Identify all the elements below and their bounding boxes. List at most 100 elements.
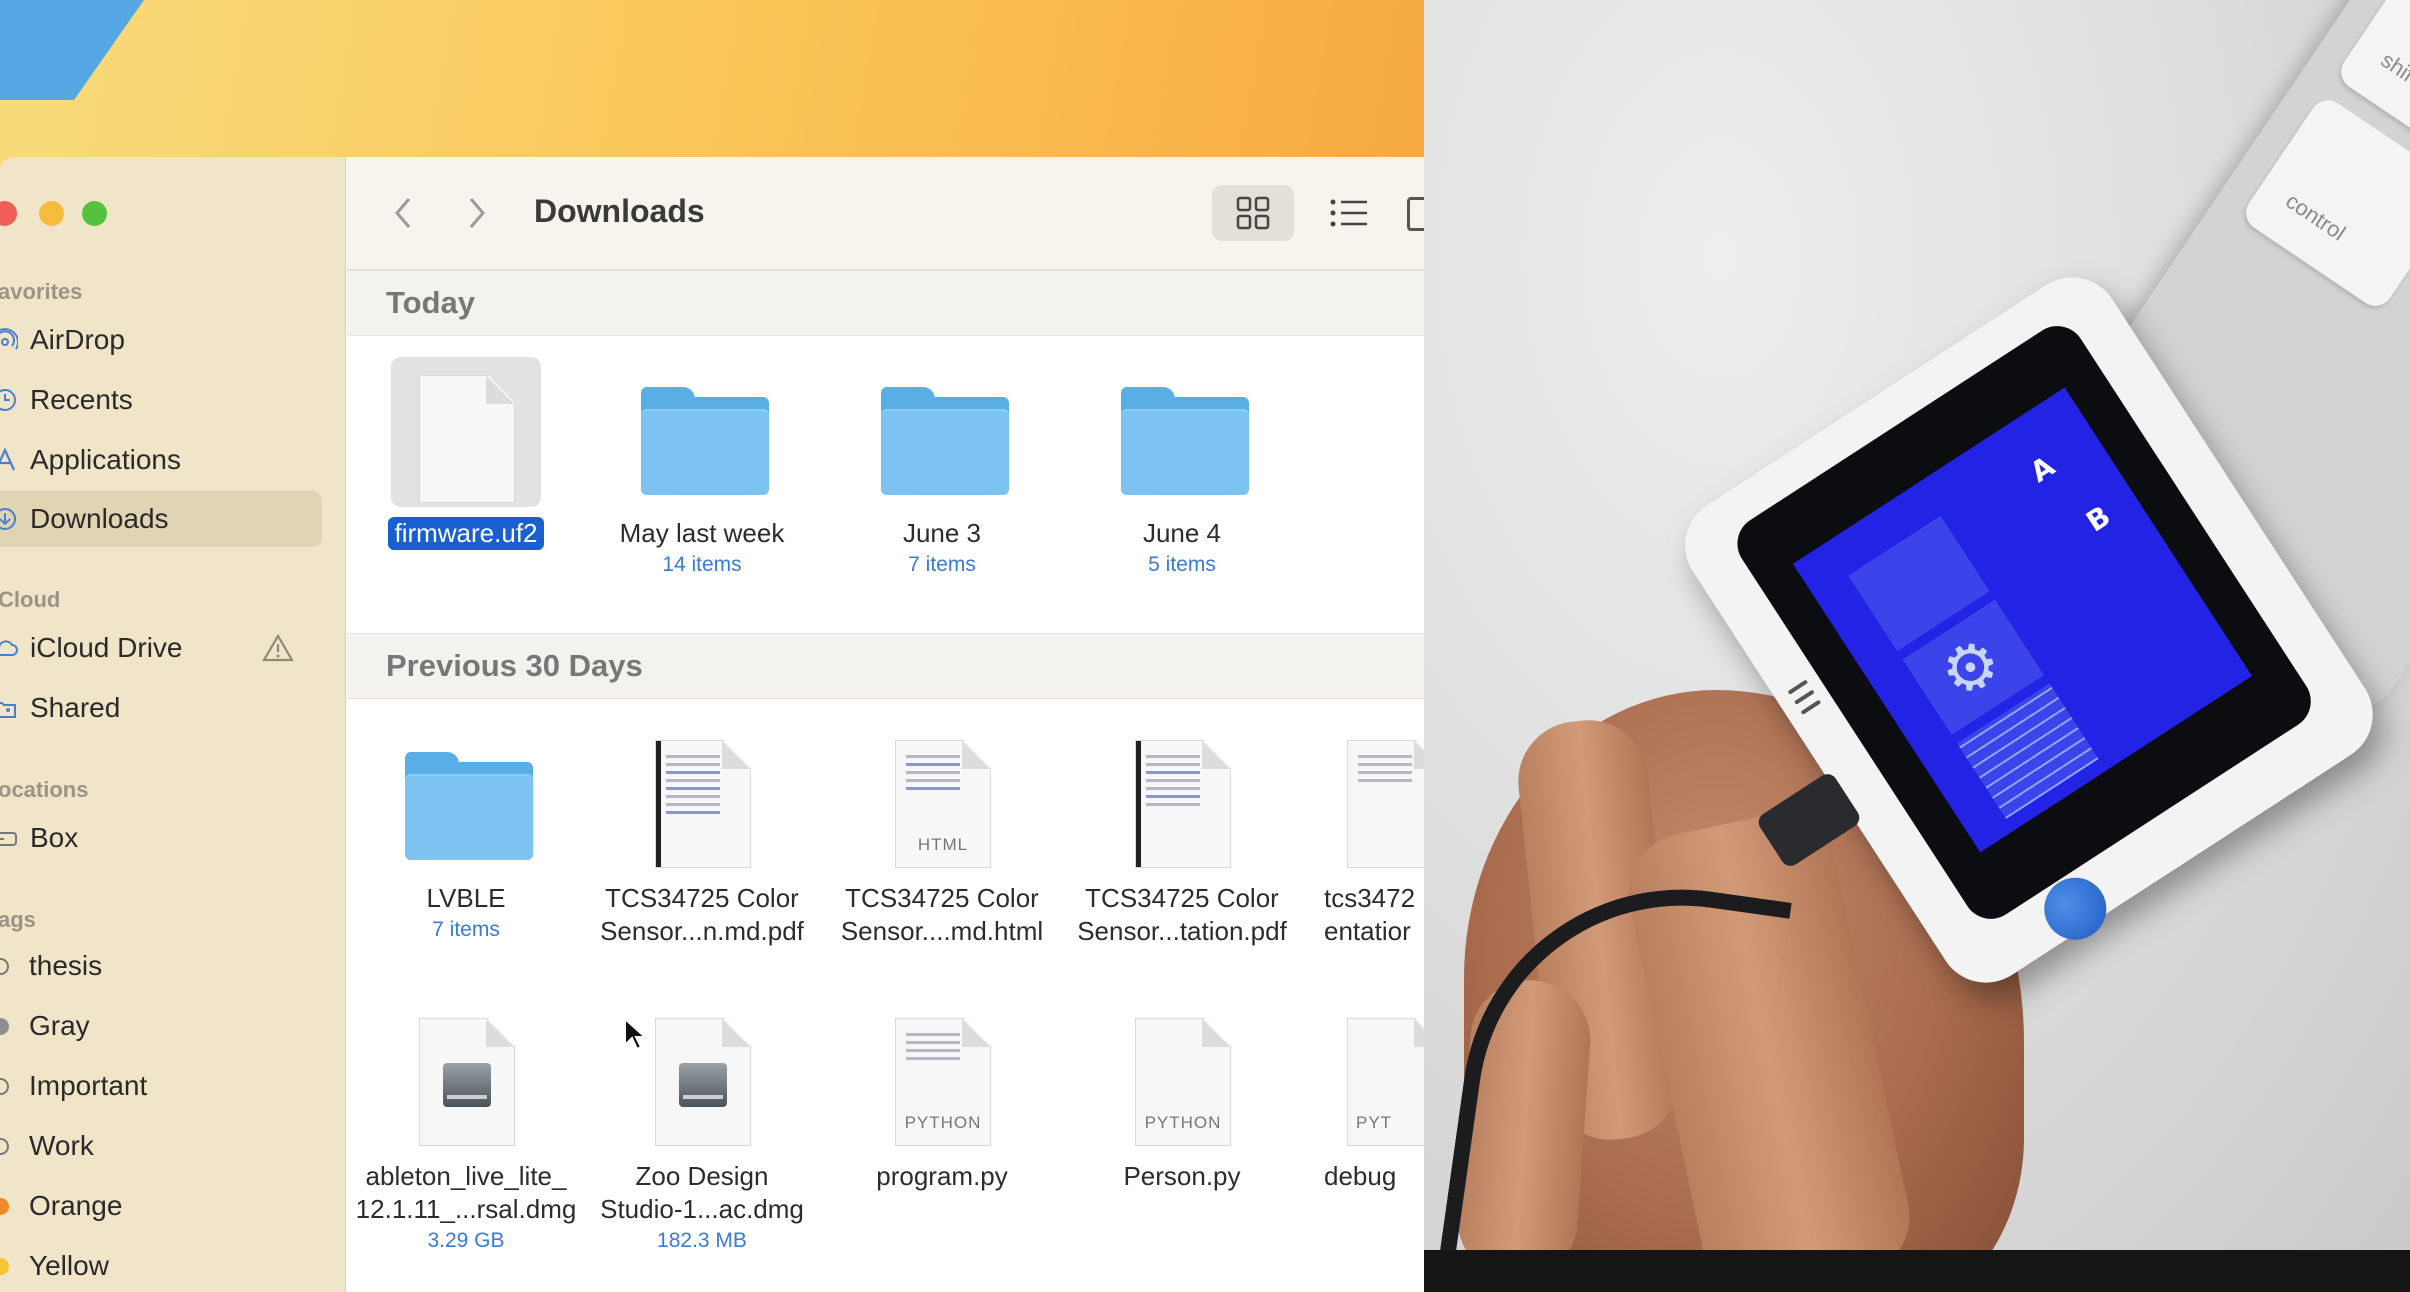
sidebar-item-icloud-drive[interactable]: iCloud Drive (0, 620, 322, 676)
sidebar-tag-yellow[interactable]: Yellow (0, 1238, 322, 1292)
sidebar-item-label: Recents (30, 384, 133, 415)
file-name: TCS34725 Color Sensor....md.html (840, 883, 1044, 946)
pdf-document-icon (627, 722, 777, 872)
sidebar-section-icloud: Cloud (0, 587, 61, 612)
file-meta: 5 items (1148, 553, 1216, 576)
button-label-b: B (2080, 499, 2117, 539)
finder-toolbar: Downloads (347, 157, 1424, 270)
sidebar-item-label: iCloud Drive (30, 632, 183, 663)
tag-dot (0, 957, 9, 975)
file-item-debug-partial[interactable]: PYT debug (1307, 1000, 1424, 1193)
file-item-tcs-partial[interactable]: tcs3472 entatior (1307, 722, 1424, 948)
python-file-icon: PYTHON (1107, 1000, 1257, 1150)
finder-content: Downloads Today firmware.uf2 May last we… (347, 157, 1424, 1292)
sleeve (1424, 1250, 2410, 1292)
close-window-button[interactable] (0, 201, 17, 226)
file-name: program.py (876, 1161, 1008, 1191)
sidebar-item-label: Gray (29, 1010, 90, 1041)
sidebar-tag-work[interactable]: Work (0, 1118, 322, 1174)
file-name: May last week (619, 518, 785, 548)
sidebar-tag-thesis[interactable]: thesis (0, 938, 322, 994)
file-item-lvble[interactable]: LVBLE 7 items (351, 722, 581, 945)
file-item-tcs-pdf-2[interactable]: TCS34725 Color Sensor...tation.pdf (1067, 722, 1297, 948)
sidebar-item-recents[interactable]: Recents (0, 372, 322, 428)
icon-view-button[interactable] (1212, 185, 1294, 241)
file-item-firmware[interactable]: firmware.uf2 (351, 357, 581, 550)
file-item-tcs-html[interactable]: HTML TCS34725 Color Sensor....md.html (827, 722, 1057, 948)
sidebar-item-shared[interactable]: Shared (0, 680, 322, 736)
tag-dot (0, 1257, 9, 1275)
sidebar-tag-orange[interactable]: Orange (0, 1178, 322, 1234)
tag-dot (0, 1017, 9, 1035)
file-name: firmware.uf2 (388, 517, 544, 550)
sidebar-section-locations: ocations (0, 777, 89, 802)
tag-dot (0, 1077, 9, 1095)
sidebar-item-label: Orange (29, 1190, 123, 1221)
sidebar-item-label: AirDrop (30, 324, 125, 355)
sidebar-item-label: Downloads (30, 503, 169, 534)
finder-sidebar: avorites AirDrop Recents Applications Do… (0, 157, 346, 1292)
folder-icon (867, 357, 1017, 507)
sidebar-item-label: thesis (29, 950, 103, 981)
sidebar-item-label: Applications (30, 444, 181, 475)
file-item-may-last-week[interactable]: May last week 14 items (587, 357, 817, 580)
sidebar-section-tags: ags (0, 907, 36, 932)
desktop-wallpaper: avorites AirDrop Recents Applications Do… (0, 0, 1424, 1292)
sidebar-tag-important[interactable]: Important (0, 1058, 322, 1114)
file-name: June 3 (902, 518, 982, 548)
sidebar-item-applications[interactable]: Applications (0, 432, 322, 488)
sidebar-item-box[interactable]: Box (0, 810, 322, 866)
file-item-june-4[interactable]: June 4 5 items (1067, 357, 1297, 580)
device-screen: ⚙ A B (1792, 387, 2253, 853)
file-name: June 4 (1142, 518, 1222, 548)
disk-image-icon (391, 1000, 541, 1150)
tag-dot (0, 1197, 9, 1215)
folder-icon (391, 722, 541, 872)
folder-icon (627, 357, 777, 507)
file-name: Zoo Design Studio-1...ac.dmg (600, 1161, 804, 1224)
tag-dot (0, 1137, 9, 1155)
group-title: Previous 30 Days (386, 648, 643, 683)
drive-icon (0, 825, 18, 851)
download-icon (0, 506, 18, 532)
file-item-person-py[interactable]: PYTHON Person.py (1067, 1000, 1297, 1193)
python-file-icon: PYTHON (867, 1000, 1017, 1150)
group-header-previous-30-days: Previous 30 Days (347, 633, 1424, 699)
file-name: ableton_live_lite_ 12.1.11_...rsal.dmg (355, 1161, 577, 1224)
shared-folder-icon (0, 695, 18, 721)
file-meta: 14 items (662, 553, 742, 576)
warning-icon[interactable] (262, 633, 294, 663)
file-meta: 182.3 MB (657, 1229, 747, 1252)
file-item-zoo-dmg[interactable]: Zoo Design Studio-1...ac.dmg 182.3 MB (587, 1000, 817, 1256)
clock-icon (0, 387, 18, 413)
file-name: tcs3472 entatior (1324, 883, 1416, 946)
sidebar-item-label: Important (29, 1070, 148, 1101)
sidebar-item-label: Box (30, 822, 79, 853)
zoom-window-button[interactable] (82, 201, 107, 226)
forward-button[interactable] (461, 193, 491, 233)
camera-photo: shift control ⚙ A B (1424, 0, 2410, 1292)
file-meta: 7 items (432, 918, 500, 941)
file-item-june-3[interactable]: June 3 7 items (827, 357, 1057, 580)
pdf-document-icon (1107, 722, 1257, 872)
file-name: LVBLE (426, 883, 506, 913)
column-view-button[interactable] (1407, 197, 1424, 231)
sidebar-item-airdrop[interactable]: AirDrop (0, 312, 322, 368)
list-view-button[interactable] (1313, 185, 1385, 241)
back-button[interactable] (389, 193, 419, 233)
sidebar-item-downloads[interactable]: Downloads (0, 491, 322, 547)
file-item-ableton-dmg[interactable]: ableton_live_lite_ 12.1.11_...rsal.dmg 3… (351, 1000, 581, 1256)
sidebar-tag-gray[interactable]: Gray (0, 998, 322, 1054)
file-name: TCS34725 Color Sensor...n.md.pdf (600, 883, 804, 946)
wallpaper-stripe (0, 0, 187, 100)
sidebar-section-favorites: avorites (0, 279, 83, 304)
sidebar-item-label: Work (29, 1130, 94, 1161)
file-item-tcs-pdf-1[interactable]: TCS34725 Color Sensor...n.md.pdf (587, 722, 817, 948)
group-title: Today (386, 285, 475, 320)
file-name: TCS34725 Color Sensor...tation.pdf (1077, 883, 1287, 946)
minimize-window-button[interactable] (39, 201, 64, 226)
sidebar-item-label: Yellow (29, 1250, 109, 1281)
python-file-icon: PYT (1307, 1000, 1424, 1150)
file-item-program-py[interactable]: PYTHON program.py (827, 1000, 1057, 1193)
group-header-today: Today (347, 270, 1424, 336)
